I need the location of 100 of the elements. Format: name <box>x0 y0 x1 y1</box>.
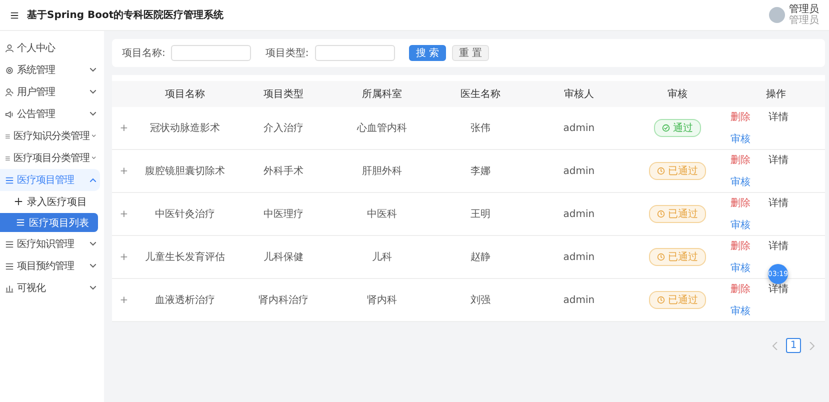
status-tag: 已通过 <box>648 205 706 223</box>
review-link[interactable]: 审核 <box>730 175 751 189</box>
table-cell-text: 赵静 <box>469 250 492 264</box>
expand-toggle[interactable]: + <box>112 252 136 262</box>
list-icon <box>5 240 14 248</box>
column-header: 审核 <box>666 88 688 101</box>
table-cell-text: 儿科保健 <box>262 250 305 264</box>
page-button[interactable]: 1 <box>786 338 801 353</box>
clock-icon <box>656 210 665 218</box>
expand-toggle[interactable]: + <box>112 166 136 176</box>
status-tag: 已通过 <box>648 291 706 309</box>
details-link[interactable]: 详情 <box>768 110 789 124</box>
search-button[interactable]: 搜 索 <box>408 45 446 61</box>
bar-chart-icon <box>5 284 14 292</box>
users-icon <box>5 88 14 96</box>
check-circle-icon <box>662 124 670 132</box>
search-field[interactable] <box>314 45 395 61</box>
app-title: 基于Spring Boot的专科医院医疗管理系统 <box>27 8 225 22</box>
table-cell-text: 儿科 <box>371 250 394 264</box>
expand-toggle[interactable]: + <box>112 208 136 220</box>
clock-icon <box>656 253 665 261</box>
table-cell-text: 中医理疗 <box>262 208 305 221</box>
list-icon <box>10 10 19 20</box>
field-label: 项目类型: <box>265 46 309 60</box>
column-header: 医生名称 <box>459 88 502 101</box>
table-cell-text: admin <box>562 208 596 220</box>
sidebar-item[interactable]: 医疗知识管理 <box>0 233 100 255</box>
table-cell-text: 冠状动脉造影术 <box>149 122 222 135</box>
expand-toggle[interactable]: + <box>112 294 136 306</box>
list-icon <box>5 132 10 140</box>
table-cell-text: 张伟 <box>469 122 492 135</box>
table-cell-text: 血液透析治疗 <box>154 294 216 307</box>
delete-link[interactable]: 删除 <box>730 110 751 124</box>
table-cell-text: 肾内科 <box>366 294 398 307</box>
list-icon <box>16 218 25 227</box>
delete-link[interactable]: 删除 <box>730 196 751 210</box>
sidebar-item[interactable]: 可视化 <box>0 277 100 299</box>
sidebar-item[interactable]: 医疗知识分类管理 <box>0 125 100 147</box>
delete-link[interactable]: 删除 <box>730 153 751 167</box>
review-link[interactable]: 审核 <box>730 132 751 146</box>
sidebar-item[interactable]: 用户管理 <box>0 81 100 103</box>
review-link[interactable]: 审核 <box>730 218 751 232</box>
search-field[interactable] <box>171 45 252 61</box>
clock-icon <box>656 167 665 175</box>
table-cell-text: 李娜 <box>469 164 492 178</box>
list-icon <box>5 154 10 162</box>
table-cell-text: admin <box>562 252 596 262</box>
sidebar-item[interactable]: 项目预约管理 <box>0 255 100 277</box>
status-tag: 已通过 <box>648 162 706 180</box>
sidebar-item[interactable]: 公告管理 <box>0 103 100 125</box>
expand-toggle[interactable]: + <box>112 122 136 134</box>
table-cell-text: 中医针灸治疗 <box>154 208 216 221</box>
sidebar-item[interactable]: 医疗项目管理 <box>0 169 100 191</box>
delete-link[interactable]: 删除 <box>730 282 751 296</box>
table-cell-text: 介入治疗 <box>262 122 305 135</box>
clock-icon <box>656 296 665 304</box>
table-cell-text: 刘强 <box>469 294 492 307</box>
plus-icon <box>14 197 23 206</box>
next-page-icon[interactable] <box>809 342 815 350</box>
table-cell-text: 中医科 <box>366 208 398 221</box>
list-icon <box>5 262 14 270</box>
table-cell-text: 王明 <box>469 208 492 221</box>
column-header: 项目名称 <box>164 88 206 101</box>
list-icon <box>5 176 14 184</box>
reset-button[interactable]: 重 置 <box>452 45 490 61</box>
details-link[interactable]: 详情 <box>768 239 789 253</box>
table-cell-text: 外科手术 <box>262 164 305 178</box>
table-cell-text: admin <box>562 294 596 306</box>
user-icon <box>5 44 14 52</box>
table-cell-text: admin <box>562 166 596 176</box>
table-cell-text: admin <box>562 122 596 134</box>
user-name: 管理员 <box>789 4 819 15</box>
column-header: 审核人 <box>562 88 595 101</box>
user-role: 管理员 <box>789 15 819 26</box>
table-cell-text: 儿童生长发育评估 <box>144 250 226 264</box>
column-header: 项目类型 <box>262 88 305 101</box>
table-cell-text: 肾内科治疗 <box>258 294 310 307</box>
sidebar-item[interactable]: 系统管理 <box>0 59 100 81</box>
sidebar-item[interactable]: 医疗项目分类管理 <box>0 147 100 169</box>
submenu-item[interactable]: 录入医疗项目 <box>0 192 98 211</box>
details-link[interactable]: 详情 <box>768 196 789 210</box>
field-label: 项目名称: <box>122 47 166 60</box>
delete-link[interactable]: 删除 <box>730 239 751 253</box>
table-cell-text: 心血管内科 <box>356 122 408 135</box>
table-cell-text: 腹腔镜胆囊切除术 <box>144 164 226 178</box>
review-link[interactable]: 审核 <box>730 304 751 318</box>
sidebar-item[interactable]: 个人中心 <box>0 37 100 59</box>
status-tag: 已通过 <box>648 248 706 266</box>
details-link[interactable]: 详情 <box>768 153 789 167</box>
status-tag: 通过 <box>654 119 701 137</box>
avatar[interactable] <box>769 7 785 23</box>
gear-icon <box>5 66 14 74</box>
speaker-icon <box>5 110 14 118</box>
submenu-item[interactable]: 医疗项目列表 <box>0 213 98 232</box>
details-link[interactable]: 详情 <box>768 282 789 296</box>
review-link[interactable]: 审核 <box>730 261 751 275</box>
table-cell-text: 肝胆外科 <box>361 164 404 178</box>
column-header: 操作 <box>764 88 787 101</box>
previous-page-icon[interactable] <box>772 342 778 350</box>
column-header: 所属科室 <box>361 88 404 101</box>
